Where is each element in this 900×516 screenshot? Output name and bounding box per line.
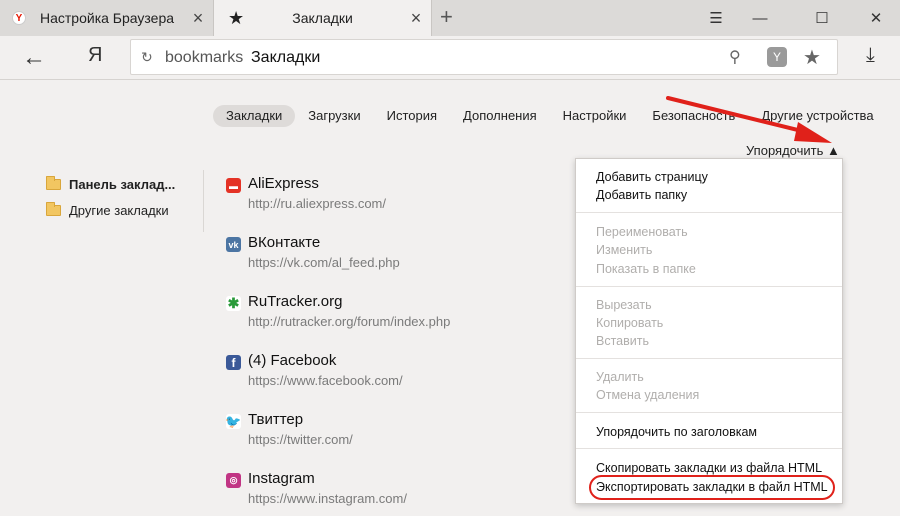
annotation-arrow [666,96,832,143]
